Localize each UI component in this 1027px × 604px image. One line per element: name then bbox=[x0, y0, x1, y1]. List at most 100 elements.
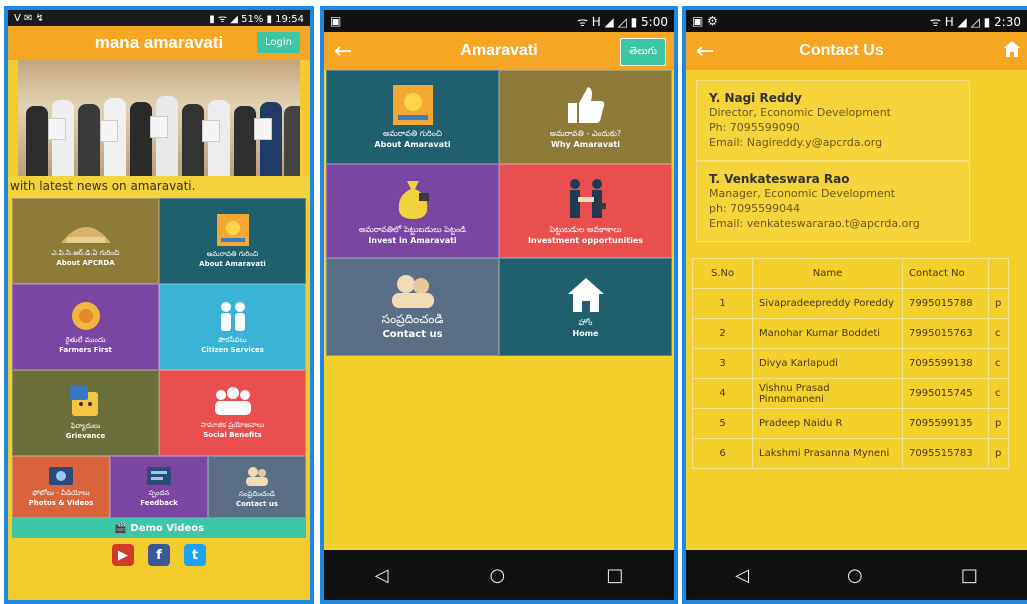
language-toggle-button[interactable]: తెలుగు bbox=[620, 38, 666, 66]
tile-invest-in-amaravati[interactable]: అమరావతిలో పెట్టుబడులు పెట్టండి Invest in… bbox=[326, 164, 499, 258]
handshake-icon bbox=[569, 179, 606, 218]
table-row[interactable]: 5 Pradeep Naidu R 7095599135 p bbox=[692, 408, 1009, 439]
cell-contact[interactable]: 7095515783 bbox=[902, 438, 989, 469]
tile-farmers-first[interactable]: రైతులే ముందు Farmers First bbox=[12, 284, 159, 370]
youtube-icon[interactable]: ▶ bbox=[112, 544, 134, 566]
android-nav-bar: ◁ ○ □ bbox=[324, 550, 674, 600]
tile-label-te: అమరావతి గురించి bbox=[383, 129, 442, 138]
column-header-extra bbox=[988, 258, 1009, 289]
tile-about-apcrda[interactable]: ఎ.పి.సి.ఆర్.డి.ఏ గురించి About APCRDA bbox=[12, 198, 159, 284]
app-bar: ← Contact Us bbox=[686, 32, 1027, 70]
tile-investment-opportunities[interactable]: పెట్టుబడుల అవకాశాలు Investment opportuni… bbox=[499, 164, 672, 258]
cell-sno: 5 bbox=[692, 408, 753, 439]
tile-label-te: అమరావతిలో పెట్టుబడులు పెట్టండి bbox=[359, 225, 466, 234]
cell-extra: p bbox=[988, 408, 1009, 439]
column-header: Contact No bbox=[902, 258, 989, 289]
tile-label-en: Investment opportunities bbox=[527, 236, 644, 245]
nav-back-icon[interactable]: ◁ bbox=[735, 565, 749, 586]
nav-recent-icon[interactable]: □ bbox=[606, 565, 623, 586]
status-right: ▮ ᯤ ◢ 51% ▮ 19:54 bbox=[209, 14, 304, 25]
building-icon bbox=[60, 227, 111, 243]
news-ticker[interactable]: with latest news on amaravati. bbox=[8, 176, 310, 198]
tile-label-te: హోం bbox=[578, 318, 593, 327]
tile-grievance[interactable]: ఫిర్యాదులు Grievance bbox=[12, 370, 159, 456]
contact-phone[interactable]: ph: 7095599044 bbox=[709, 201, 957, 216]
contact-name: T. Venkateswara Rao bbox=[709, 172, 850, 186]
tile-why-amaravati[interactable]: అమరావతి - ఎందుకు? Why Amaravati bbox=[499, 70, 672, 164]
twitter-icon[interactable]: t bbox=[184, 544, 206, 566]
status-right: ᯤ H ◢ ◿ ▮ 5:00 bbox=[576, 14, 668, 29]
contacts-table: S.No Name Contact No 1 Sivapradeepreddy … bbox=[692, 258, 1009, 469]
smiley-icon bbox=[69, 386, 98, 416]
news-banner-image[interactable] bbox=[18, 60, 300, 176]
nav-home-icon[interactable]: ○ bbox=[490, 565, 506, 586]
app-header: mana amaravati Login bbox=[8, 26, 310, 60]
tile-label-te: ఫిర్యాదులు bbox=[70, 422, 101, 430]
cell-contact[interactable]: 7995015745 bbox=[902, 378, 989, 409]
cell-sno: 6 bbox=[692, 438, 753, 469]
table-row[interactable]: 1 Sivapradeepreddy Poreddy 7995015788 p bbox=[692, 288, 1009, 319]
page-title: Contact Us bbox=[799, 42, 884, 59]
status-bar: V ✉ ↯ ▮ ᯤ ◢ 51% ▮ 19:54 bbox=[8, 10, 310, 26]
table-row[interactable]: 6 Lakshmi Prasanna Myneni 7095515783 p bbox=[692, 438, 1009, 469]
cell-name: Divya Karlapudi bbox=[752, 348, 903, 379]
contact-role: Director, Economic Development bbox=[709, 106, 891, 119]
tile-social-benefits[interactable]: సామాజిక ప్రయోజనాలు Social Benefits bbox=[159, 370, 306, 456]
home-icon[interactable] bbox=[1003, 40, 1021, 63]
tile-contact-us[interactable]: సంప్రదించండి Contact us bbox=[326, 258, 499, 356]
tile-label-te: సంప్రదించండి bbox=[239, 490, 275, 498]
table-row[interactable]: 4 Vishnu Prasad Pinnamaneni 7995015745 c bbox=[692, 378, 1009, 409]
menu-grid: ఎ.పి.సి.ఆర్.డి.ఏ గురించి About APCRDA అమ… bbox=[12, 198, 306, 456]
feedback-icon bbox=[147, 467, 171, 485]
tile-about-amaravati[interactable]: అమరావతి గురించి About Amaravati bbox=[326, 70, 499, 164]
nav-recent-icon[interactable]: □ bbox=[961, 565, 978, 586]
tile-label-te: సామాజిక ప్రయోజనాలు bbox=[200, 421, 265, 429]
tile-label-en: Why Amaravati bbox=[551, 140, 620, 149]
column-header: Name bbox=[752, 258, 903, 289]
tile-contact-us[interactable]: సంప్రదించండి Contact us bbox=[208, 456, 306, 518]
demo-videos-bar[interactable]: 🎬 Demo Videos bbox=[12, 518, 306, 538]
home-icon bbox=[567, 278, 604, 312]
tile-label-en: Social Benefits bbox=[203, 431, 262, 439]
status-right: ᯤ H ◢ ◿ ▮ 2:30 bbox=[929, 14, 1021, 29]
nav-back-icon[interactable]: ◁ bbox=[375, 565, 389, 586]
cell-contact[interactable]: 7095599138 bbox=[902, 348, 989, 379]
tile-label-en: Contact us bbox=[382, 329, 443, 340]
contact-icon bbox=[391, 275, 434, 308]
nav-home-icon[interactable]: ○ bbox=[847, 565, 863, 586]
contact-email[interactable]: Email: Nagireddy.y@apcrda.org bbox=[709, 135, 957, 150]
tile-label-en: Citizen Services bbox=[201, 346, 264, 354]
cell-contact[interactable]: 7995015763 bbox=[902, 318, 989, 349]
contact-phone[interactable]: Ph: 7095599090 bbox=[709, 120, 957, 135]
login-button[interactable]: Login bbox=[257, 32, 300, 53]
cell-extra: c bbox=[988, 348, 1009, 379]
column-header: S.No bbox=[692, 258, 753, 289]
tile-label-te: పెట్టుబడుల అవకాశాలు bbox=[549, 225, 622, 234]
table-row[interactable]: 2 Manohar Kumar Boddeti 7995015763 c bbox=[692, 318, 1009, 349]
tile-feedback[interactable]: స్పందన Feedback bbox=[110, 456, 208, 518]
demo-videos-label: Demo Videos bbox=[130, 522, 205, 534]
cell-extra: c bbox=[988, 318, 1009, 349]
tile-label-en: Feedback bbox=[140, 499, 178, 507]
contact-name: Y. Nagi Reddy bbox=[709, 91, 802, 105]
film-icon: 🎬 bbox=[113, 522, 127, 534]
tile-photos-videos[interactable]: ఫోటోలు - వీడియోలు Photos & Videos bbox=[12, 456, 110, 518]
table-row[interactable]: 3 Divya Karlapudi 7095599138 c bbox=[692, 348, 1009, 379]
tile-label-te: సంప్రదించండి bbox=[381, 312, 444, 326]
cell-contact[interactable]: 7095599135 bbox=[902, 408, 989, 439]
tile-label-te: అమరావతి - ఎందుకు? bbox=[549, 129, 622, 138]
tile-about-amaravati[interactable]: అమరావతి గురించి About Amaravati bbox=[159, 198, 306, 284]
cell-extra: p bbox=[988, 438, 1009, 469]
tile-label-en: About Amaravati bbox=[199, 260, 266, 268]
tile-home[interactable]: హోం Home bbox=[499, 258, 672, 356]
small-menu-row: ఫోటోలు - వీడియోలు Photos & Videos స్పందన… bbox=[12, 456, 306, 518]
sun-logo-icon bbox=[216, 214, 249, 246]
cell-name: Pradeep Naidu R bbox=[752, 408, 903, 439]
tile-label-en: Invest in Amaravati bbox=[368, 236, 457, 245]
cell-contact[interactable]: 7995015788 bbox=[902, 288, 989, 319]
tile-label-te: ఎ.పి.సి.ఆర్.డి.ఏ గురించి bbox=[51, 249, 120, 257]
contact-email[interactable]: Email: venkateswararao.t@apcrda.org bbox=[709, 216, 957, 231]
facebook-icon[interactable]: f bbox=[148, 544, 170, 566]
notification-icons: ▣ ⚙ bbox=[692, 14, 718, 28]
tile-citizen-services[interactable]: పౌరసేవలు Citizen Services bbox=[159, 284, 306, 370]
